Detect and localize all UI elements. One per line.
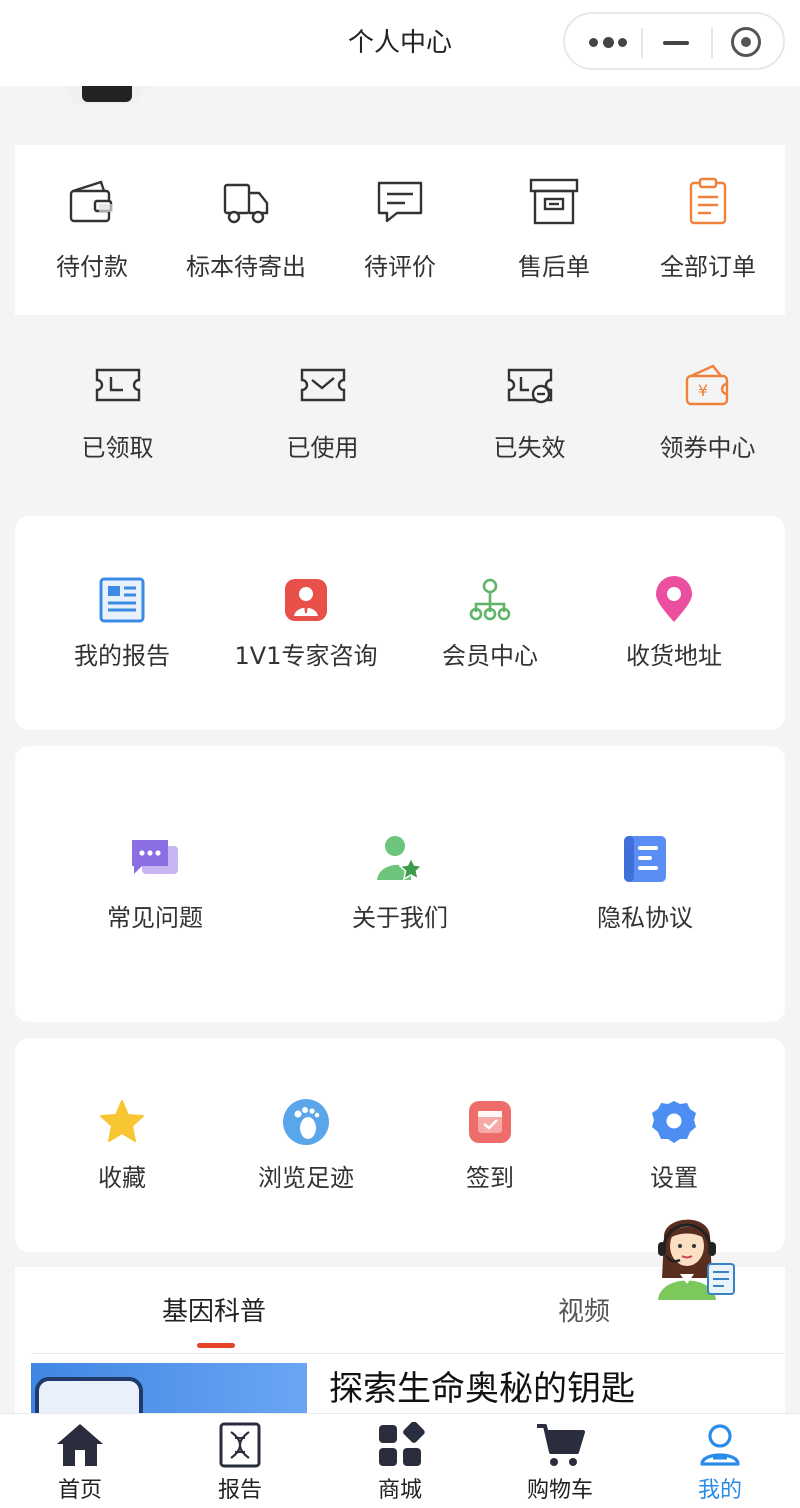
- coupon-label: 已使用: [286, 434, 359, 462]
- help-label: 常见问题: [107, 904, 203, 932]
- coupon-expired[interactable]: 已失效: [442, 360, 617, 463]
- tabbar-label: 首页: [57, 1478, 102, 1503]
- more-icon[interactable]: [587, 36, 627, 48]
- divider: [31, 1353, 785, 1354]
- svg-text:¥: ¥: [697, 381, 707, 400]
- service-label: 1V1专家咨询: [234, 642, 378, 670]
- minimize-icon[interactable]: [663, 41, 689, 45]
- about-us[interactable]: 关于我们: [295, 834, 505, 933]
- location-pin-icon: [656, 576, 692, 622]
- mini-program-capsule: [563, 12, 785, 70]
- avatar[interactable]: [62, 84, 148, 104]
- browse-history[interactable]: 浏览足迹: [214, 1098, 398, 1193]
- order-pending-payment[interactable]: 待付款: [15, 177, 169, 282]
- favorites[interactable]: 收藏: [30, 1098, 214, 1193]
- comment-icon: [377, 181, 423, 223]
- tool-label: 设置: [650, 1164, 698, 1192]
- expert-icon: [285, 579, 327, 621]
- coupon-clock-icon: [95, 368, 140, 402]
- my-report[interactable]: 我的报告: [30, 576, 214, 671]
- tab-gene-science[interactable]: 基因科普: [162, 1291, 266, 1328]
- tool-label: 浏览足迹: [258, 1164, 354, 1192]
- coupon-center[interactable]: ¥ 领券中心: [620, 360, 795, 463]
- truck-icon: [223, 183, 269, 224]
- order-to-review[interactable]: 待评价: [323, 177, 477, 282]
- close-mini-program-icon[interactable]: [731, 27, 761, 57]
- tool-label: 签到: [466, 1164, 514, 1192]
- about-user-star-icon: [377, 836, 424, 881]
- tabbar-label: 我的: [697, 1478, 742, 1503]
- tabbar-label: 报告: [217, 1478, 262, 1503]
- order-card: 待付款 标本待寄出 待评价 售后单 全部订单: [15, 145, 785, 315]
- shipping-address[interactable]: 收货地址: [582, 576, 766, 671]
- order-label: 全部订单: [660, 253, 756, 281]
- tabbar-label: 商城: [377, 1478, 422, 1503]
- tabbar-item-home[interactable]: 首页: [30, 1422, 130, 1504]
- privacy-policy[interactable]: 隐私协议: [540, 834, 750, 933]
- footprint-icon: [283, 1099, 329, 1145]
- tabbar-item-cart[interactable]: 购物车: [510, 1422, 610, 1504]
- order-all[interactable]: 全部订单: [631, 177, 785, 282]
- customer-service-icon[interactable]: [650, 1208, 740, 1300]
- coupon-label: 已失效: [493, 434, 566, 462]
- help-label: 关于我们: [352, 904, 448, 932]
- tabbar-item-mall[interactable]: 商城: [350, 1422, 450, 1504]
- services-card: 我的报告 1V1专家咨询 会员中心 收货地址: [15, 516, 785, 730]
- tabbar-label: 购物车: [526, 1478, 593, 1503]
- tabbar-item-mine[interactable]: 我的: [670, 1422, 770, 1504]
- bottom-tab-bar: 首页 报告 商城 购物车 我的: [0, 1413, 800, 1508]
- clipboard-icon: [689, 177, 727, 225]
- faq-chat-icon: [132, 840, 178, 874]
- faq[interactable]: 常见问题: [50, 834, 260, 933]
- coupon-label: 已领取: [81, 434, 154, 462]
- member-tree-icon: [469, 578, 511, 621]
- settings[interactable]: 设置: [582, 1098, 766, 1193]
- order-sample-to-send[interactable]: 标本待寄出: [169, 177, 323, 282]
- article-title[interactable]: 探索生命奥秘的钥匙: [329, 1361, 635, 1410]
- order-after-sales[interactable]: 售后单: [477, 177, 631, 282]
- navigation-bar: 个人中心: [0, 0, 800, 86]
- mall-grid-icon: [379, 1422, 425, 1466]
- service-label: 会员中心: [442, 642, 538, 670]
- help-card: 常见问题 关于我们 隐私协议: [15, 746, 785, 1022]
- help-label: 隐私协议: [597, 904, 693, 932]
- tabbar-item-report[interactable]: 报告: [190, 1422, 290, 1504]
- order-label: 待评价: [364, 253, 436, 281]
- profile-icon: [700, 1424, 740, 1466]
- coupon-expired-icon: [507, 368, 552, 404]
- coupon-label: 领券中心: [659, 434, 756, 462]
- expert-consult[interactable]: 1V1专家咨询: [214, 576, 398, 671]
- order-label: 标本待寄出: [186, 253, 306, 281]
- service-label: 收货地址: [626, 642, 722, 670]
- order-label: 待付款: [56, 253, 128, 281]
- coupon-used[interactable]: 已使用: [235, 360, 410, 463]
- dna-report-icon: [219, 1422, 261, 1468]
- service-label: 我的报告: [74, 642, 170, 670]
- coupon-received[interactable]: 已领取: [30, 360, 205, 463]
- archive-box-icon: [529, 178, 579, 225]
- wallet-icon: [69, 180, 113, 223]
- member-center[interactable]: 会员中心: [398, 576, 582, 671]
- star-icon: [100, 1100, 144, 1142]
- active-tab-indicator: [197, 1343, 235, 1348]
- cart-icon: [537, 1424, 585, 1466]
- check-in[interactable]: 签到: [398, 1098, 582, 1193]
- report-doc-icon: [99, 577, 145, 623]
- coupon-check-icon: [300, 368, 345, 402]
- tool-label: 收藏: [98, 1164, 146, 1192]
- home-icon: [57, 1424, 103, 1466]
- order-label: 售后单: [518, 253, 590, 281]
- gear-icon: [652, 1101, 696, 1143]
- coupon-wallet-icon: ¥: [685, 364, 728, 406]
- privacy-doc-icon: [624, 836, 666, 882]
- tab-video[interactable]: 视频: [558, 1291, 610, 1328]
- calendar-check-icon: [469, 1101, 511, 1143]
